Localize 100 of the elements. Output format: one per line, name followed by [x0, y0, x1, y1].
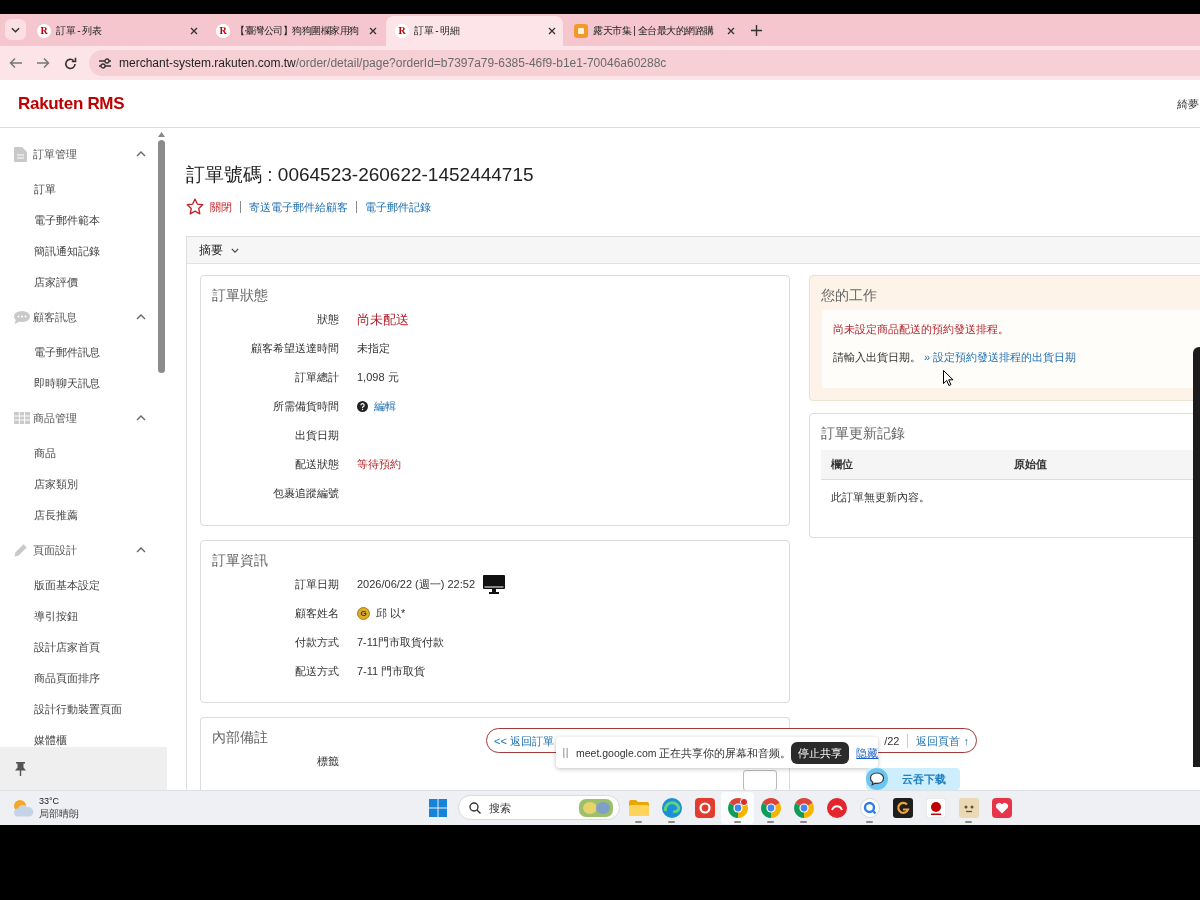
- sidebar-group[interactable]: 頁面設計: [0, 534, 155, 566]
- sidebar-item[interactable]: 店長推薦: [34, 507, 78, 522]
- weather-condition: 局部晴朗: [39, 807, 79, 820]
- sidebar-item[interactable]: 店家類別: [34, 476, 78, 491]
- app-icon: [925, 798, 946, 818]
- close-icon[interactable]: [727, 27, 735, 35]
- favicon: R: [216, 24, 230, 38]
- action-link[interactable]: 電子郵件記錄: [365, 200, 431, 214]
- browser-icon: [793, 798, 814, 818]
- pin-icon[interactable]: [15, 761, 26, 776]
- sidebar-item[interactable]: 設計店家首頁: [34, 639, 100, 654]
- site-info-icon[interactable]: [99, 57, 111, 69]
- field-label: 配送方式: [295, 664, 339, 679]
- close-icon[interactable]: [369, 27, 377, 35]
- close-icon[interactable]: [190, 27, 198, 35]
- new-tab-icon[interactable]: [751, 25, 762, 36]
- task-link[interactable]: » 設定預約發送排程的出貨日期: [924, 349, 1077, 365]
- address-bar[interactable]: merchant-system.rakuten.com.tw/order/detail/page?orderId=b7397a79-6385-46f9-b1e1-70046a60288c: [89, 50, 1200, 76]
- field-value: 等待預約: [357, 457, 401, 472]
- scrollbar-thumb[interactable]: [158, 140, 165, 373]
- hide-link[interactable]: 隐藏: [856, 745, 879, 760]
- drag-handle-icon[interactable]: [563, 747, 568, 758]
- browser-tab[interactable]: R 訂單 - 列表: [28, 16, 205, 46]
- field-label: 出貨日期: [295, 428, 339, 443]
- browser-tab[interactable]: 露天市集 | 全台最大的網路購: [565, 16, 742, 46]
- app-icon: [826, 798, 847, 818]
- scroll-up-icon[interactable]: [158, 132, 165, 137]
- monitor-icon: [483, 575, 506, 594]
- field-label: 顧客姓名: [295, 606, 339, 621]
- action-link[interactable]: 寄送電子郵件給顧客: [249, 200, 348, 214]
- sidebar-group[interactable]: 訂單管理: [0, 138, 155, 170]
- edit-link[interactable]: 編輯: [374, 399, 396, 414]
- field-value: 未指定: [357, 341, 390, 356]
- sidebar-item[interactable]: 簡訊通知記錄: [34, 243, 100, 258]
- temperature: 33°C: [39, 796, 60, 807]
- summary-header[interactable]: 摘要: [187, 237, 1200, 264]
- reload-icon[interactable]: [64, 56, 77, 70]
- sidebar-group[interactable]: 顧客訊息: [0, 301, 155, 333]
- back-link[interactable]: << 返回訂單: [494, 733, 554, 748]
- caret-up-icon: [136, 415, 146, 421]
- download-button[interactable]: 云吞下载: [866, 768, 960, 790]
- sidebar-item[interactable]: 訂單: [34, 181, 56, 196]
- caret-up-icon: [136, 314, 146, 320]
- caret-up-icon: [136, 151, 146, 157]
- sidebar-item[interactable]: 設計行動裝置頁面: [34, 701, 122, 716]
- tag-button[interactable]: [743, 770, 777, 790]
- field-label: 狀態: [317, 312, 339, 327]
- user-name[interactable]: 綺夢: [1177, 96, 1199, 111]
- back-icon[interactable]: [9, 57, 23, 69]
- tab-search-button[interactable]: [5, 19, 26, 40]
- share-message: meet.google.com 正在共享你的屏幕和音频。: [576, 745, 792, 760]
- browser-icon: [661, 798, 682, 818]
- page-title: 訂單號碼 : 0064523-260622-1452444715: [186, 163, 534, 187]
- card-title: 您的工作: [821, 286, 877, 305]
- sidebar-item[interactable]: 即時聊天訊息: [34, 375, 100, 390]
- browser-tab[interactable]: R 【臺灣公司】狗狗圍欄家用狗: [207, 16, 384, 46]
- field-value: 7-11門市取貨付款: [357, 635, 445, 650]
- sidebar-item[interactable]: 導引按鈕: [34, 608, 78, 623]
- action-link[interactable]: 關閉: [210, 200, 232, 214]
- column-header: 欄位: [831, 457, 853, 472]
- favicon: R: [37, 24, 51, 38]
- date-fragment: /22: [884, 733, 900, 748]
- sidebar-group[interactable]: 商品管理: [0, 402, 155, 434]
- sidebar-item[interactable]: 媒體櫃: [34, 732, 67, 747]
- field-label: 訂單總計: [295, 370, 339, 385]
- field-label: 顧客希望送達時間: [251, 341, 339, 356]
- field-value: 邱 以*: [376, 606, 406, 621]
- empty-message: 此訂單無更新內容。: [831, 489, 930, 505]
- star-icon[interactable]: [186, 198, 204, 216]
- sidebar-item[interactable]: 商品頁面排序: [34, 670, 100, 685]
- card-title: 訂單狀態: [212, 286, 268, 305]
- app-icon: [694, 798, 715, 818]
- field-label: 配送狀態: [295, 457, 339, 472]
- field-value: 7-11 門市取貨: [357, 664, 426, 679]
- sidebar-item[interactable]: 店家評價: [34, 274, 78, 289]
- pencil-icon: [14, 543, 28, 557]
- forward-icon[interactable]: [36, 57, 50, 69]
- field-label: 標籤: [317, 754, 339, 769]
- browser-tab[interactable]: R 訂單 - 明細: [386, 16, 563, 46]
- chat-bubble-icon: [14, 310, 30, 324]
- caret-up-icon: [136, 547, 146, 553]
- field-label: 包裹追蹤編號: [273, 486, 339, 501]
- stop-sharing-button[interactable]: 停止共享: [791, 741, 850, 764]
- search-input[interactable]: 搜索: [489, 800, 559, 815]
- instruction-text: 請輸入出貨日期。: [833, 350, 921, 365]
- card-title: 訂單更新記錄: [821, 424, 905, 443]
- field-label: 訂單日期: [295, 577, 339, 592]
- favicon: R: [395, 24, 409, 38]
- field-value: 2026/06/22 (週一) 22:52: [357, 577, 476, 592]
- search-icon: [469, 801, 481, 814]
- back-to-top-link[interactable]: 返回頁首 ↑: [916, 733, 969, 748]
- sidebar-item[interactable]: 版面基本設定: [34, 577, 100, 592]
- sidebar-item[interactable]: 電子郵件範本: [34, 212, 100, 227]
- browser-icon: [727, 798, 748, 818]
- card-title: 內部備註: [212, 728, 268, 747]
- app-icon: [892, 798, 913, 818]
- help-icon: [357, 401, 368, 412]
- sidebar-item[interactable]: 電子郵件訊息: [34, 344, 100, 359]
- close-icon[interactable]: [548, 27, 556, 35]
- sidebar-item[interactable]: 商品: [34, 445, 56, 460]
